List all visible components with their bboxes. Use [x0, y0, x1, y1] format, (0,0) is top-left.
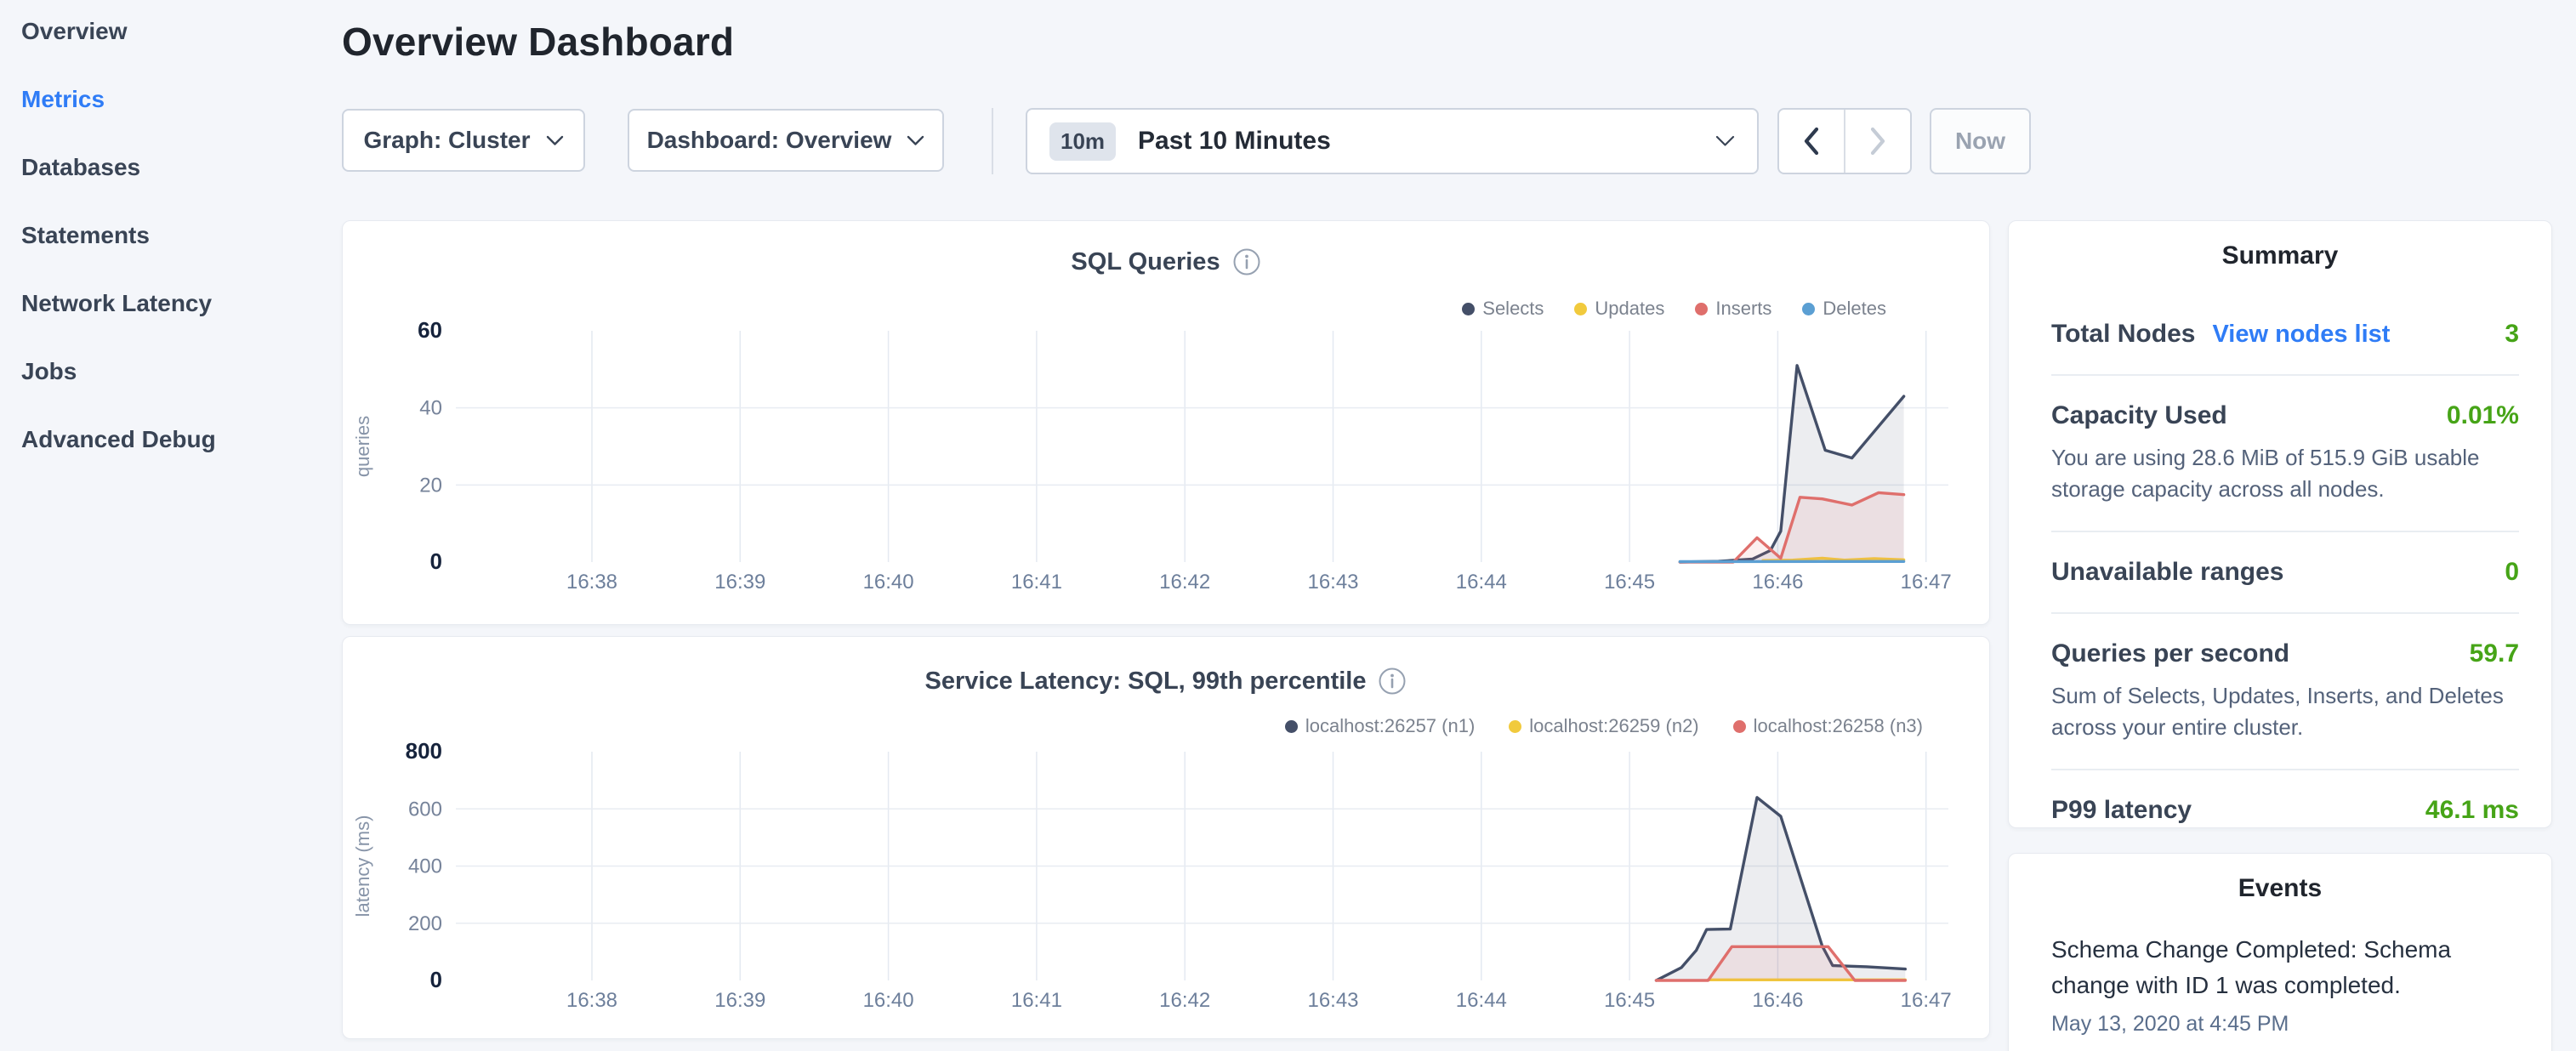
- summary-panel: Summary Total Nodes View nodes list 3 Ca…: [2008, 220, 2552, 828]
- svg-text:0: 0: [430, 548, 442, 574]
- graph-source-dropdown[interactable]: Graph: Cluster: [342, 109, 585, 172]
- chevron-left-icon: [1800, 126, 1823, 156]
- svg-text:16:40: 16:40: [863, 989, 914, 1012]
- admin-ui-page: Overview Metrics Databases Statements Ne…: [0, 0, 2576, 1051]
- svg-text:16:43: 16:43: [1307, 989, 1358, 1012]
- summary-title: Summary: [2009, 221, 2551, 270]
- event-timestamp: May 13, 2020 at 4:45 PM: [2051, 1012, 2519, 1037]
- time-range-badge: 10m: [1049, 122, 1116, 161]
- svg-text:16:41: 16:41: [1011, 571, 1062, 594]
- event-text: Schema Change Completed: Schema change w…: [2051, 932, 2519, 1003]
- svg-text:0: 0: [430, 967, 442, 992]
- graph-source-dropdown-label: Graph: Cluster: [363, 127, 530, 154]
- time-step-buttons: [1777, 108, 1912, 174]
- dashboard-dropdown[interactable]: Dashboard: Overview: [628, 109, 944, 172]
- chevron-down-icon: [1715, 135, 1735, 147]
- svg-text:600: 600: [408, 798, 442, 821]
- svg-text:16:39: 16:39: [714, 571, 765, 594]
- summary-row-capacity-used: Capacity Used 0.01% You are using 28.6 M…: [2051, 374, 2519, 531]
- summary-row-label: Capacity Used: [2051, 401, 2227, 430]
- svg-text:16:42: 16:42: [1159, 989, 1210, 1012]
- svg-text:latency (ms): latency (ms): [352, 815, 373, 917]
- sql-queries-chart[interactable]: 16:38 16:39 16:40 16:41 16:42 16:43 16:44 16:45…: [343, 221, 1989, 624]
- chevron-right-icon: [1867, 126, 1889, 156]
- service-latency-chart[interactable]: 16:38 16:39 16:40 16:41 16:42 16:43 16:44 16:45…: [343, 637, 1989, 1038]
- svg-text:16:38: 16:38: [566, 989, 617, 1012]
- time-range-selector[interactable]: 10m Past 10 Minutes: [1026, 108, 1759, 174]
- sidebar-item-databases[interactable]: Databases: [21, 153, 310, 182]
- summary-row-total-nodes: Total Nodes View nodes list 3: [2051, 294, 2519, 374]
- sidebar-item-advanced-debug[interactable]: Advanced Debug: [21, 425, 310, 454]
- summary-row-value: 46.1 ms: [2425, 796, 2519, 825]
- chevron-down-icon: [546, 135, 564, 146]
- svg-text:16:46: 16:46: [1752, 989, 1803, 1012]
- svg-text:16:45: 16:45: [1604, 989, 1655, 1012]
- summary-row-value: 3: [2505, 320, 2519, 349]
- svg-text:16:43: 16:43: [1307, 571, 1358, 594]
- sidebar-item-metrics[interactable]: Metrics: [21, 85, 310, 114]
- summary-row-value: 59.7: [2470, 639, 2519, 668]
- sidebar-item-jobs[interactable]: Jobs: [21, 357, 310, 386]
- summary-row-description: You are using 28.6 MiB of 515.9 GiB usab…: [2051, 442, 2519, 505]
- svg-text:16:39: 16:39: [714, 989, 765, 1012]
- svg-text:16:38: 16:38: [566, 571, 617, 594]
- svg-text:16:46: 16:46: [1752, 571, 1803, 594]
- summary-row-value: 0: [2505, 558, 2519, 587]
- svg-text:queries: queries: [352, 416, 373, 477]
- svg-text:16:47: 16:47: [1901, 989, 1952, 1012]
- step-back-button[interactable]: [1779, 110, 1844, 173]
- svg-text:400: 400: [408, 855, 442, 878]
- dashboard-dropdown-label: Dashboard: Overview: [647, 127, 892, 154]
- step-forward-button[interactable]: [1844, 110, 1910, 173]
- svg-text:800: 800: [406, 738, 442, 764]
- svg-text:20: 20: [419, 474, 442, 497]
- summary-row-p99-latency: P99 latency 46.1 ms: [2051, 769, 2519, 850]
- sidebar-item-statements[interactable]: Statements: [21, 221, 310, 250]
- toolbar-divider: [992, 108, 993, 174]
- sql-queries-chart-card: SQL Queries Selects Updates Inserts Dele…: [342, 220, 1990, 625]
- svg-text:16:47: 16:47: [1901, 571, 1952, 594]
- summary-row-label: Queries per second: [2051, 639, 2289, 668]
- summary-row-unavailable-ranges: Unavailable ranges 0: [2051, 531, 2519, 612]
- event-list-item[interactable]: Schema Change Completed: Schema change w…: [2051, 932, 2519, 1037]
- svg-text:16:40: 16:40: [863, 571, 914, 594]
- service-latency-chart-card: Service Latency: SQL, 99th percentile lo…: [342, 636, 1990, 1039]
- summary-row-value: 0.01%: [2447, 401, 2519, 430]
- chevron-down-icon: [907, 135, 924, 146]
- summary-row-label: P99 latency: [2051, 796, 2192, 825]
- svg-text:16:42: 16:42: [1159, 571, 1210, 594]
- events-title: Events: [2009, 854, 2551, 903]
- svg-text:200: 200: [408, 912, 442, 935]
- svg-text:60: 60: [418, 317, 442, 343]
- summary-row-label: Total Nodes: [2051, 320, 2195, 349]
- sidebar-item-network-latency[interactable]: Network Latency: [21, 289, 310, 318]
- time-range-label: Past 10 Minutes: [1138, 127, 1331, 156]
- svg-text:16:44: 16:44: [1456, 571, 1507, 594]
- sidebar: Overview Metrics Databases Statements Ne…: [21, 17, 310, 493]
- svg-text:16:41: 16:41: [1011, 989, 1062, 1012]
- events-panel: Events Schema Change Completed: Schema c…: [2008, 853, 2552, 1051]
- summary-row-label: Unavailable ranges: [2051, 558, 2283, 587]
- summary-row-queries-per-second: Queries per second 59.7 Sum of Selects, …: [2051, 612, 2519, 769]
- svg-text:40: 40: [419, 397, 442, 420]
- page-title: Overview Dashboard: [342, 19, 734, 65]
- svg-text:16:44: 16:44: [1456, 989, 1507, 1012]
- svg-text:16:45: 16:45: [1604, 571, 1655, 594]
- view-nodes-list-link[interactable]: View nodes list: [2212, 321, 2390, 349]
- now-button[interactable]: Now: [1930, 108, 2031, 174]
- summary-row-description: Sum of Selects, Updates, Inserts, and De…: [2051, 680, 2519, 743]
- sidebar-item-overview[interactable]: Overview: [21, 17, 310, 46]
